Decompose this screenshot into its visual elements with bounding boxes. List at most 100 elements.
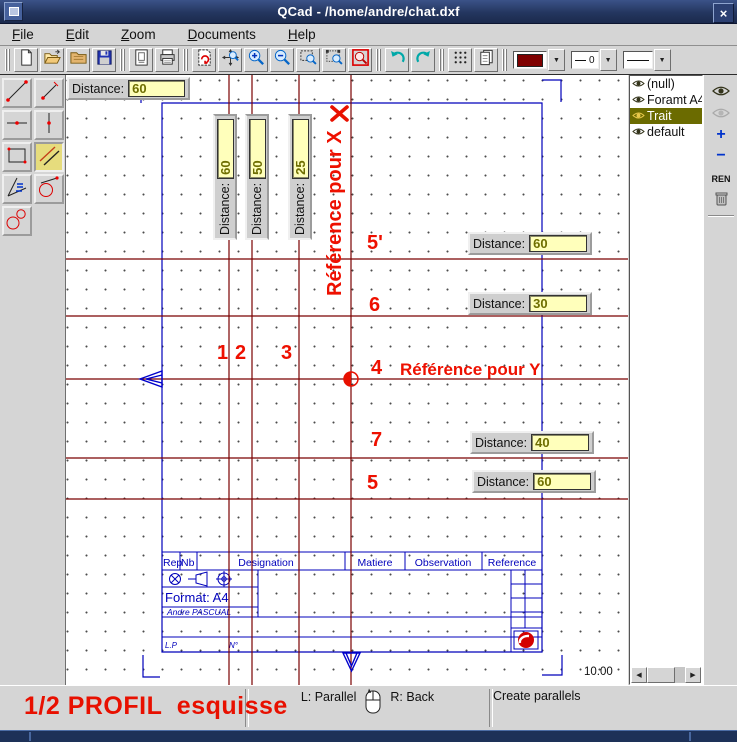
menu-documents[interactable]: Documents	[180, 25, 264, 44]
layer-item-null[interactable]: (null)	[630, 76, 702, 92]
close-button[interactable]: ×	[713, 3, 734, 23]
scrollbar-track[interactable]	[675, 667, 685, 683]
open-folder-button[interactable]	[66, 48, 90, 72]
menu-file[interactable]: File	[4, 25, 42, 44]
zoom-window-icon	[299, 48, 318, 72]
layer-browser-toggle-button[interactable]	[474, 48, 498, 72]
drawing-canvas[interactable]: Rep Nb Designation Matiere Observation R…	[66, 75, 628, 685]
titlebar: QCad - /home/andre/chat.dxf ×	[0, 0, 737, 24]
tool-circle-2-radius[interactable]	[2, 206, 32, 236]
layer-item-format-a4[interactable]: Foramt A4	[630, 92, 702, 108]
tool-rectangle[interactable]	[2, 142, 32, 172]
eye-closed-icon	[712, 106, 730, 124]
redo-button[interactable]	[411, 48, 435, 72]
grid-icon	[451, 48, 470, 72]
menu-edit[interactable]: Edit	[58, 25, 97, 44]
menu-help[interactable]: Help	[280, 25, 324, 44]
tool-line-vertical[interactable]	[34, 110, 64, 140]
zoom-select-button[interactable]	[322, 48, 346, 72]
titleblock-format: Format: A4	[165, 590, 229, 605]
tool-bisector[interactable]	[2, 174, 32, 204]
distance-input[interactable]: 60	[529, 235, 587, 252]
print-preview-icon	[132, 48, 151, 72]
bisector-icon	[4, 174, 30, 205]
stamp-icon	[518, 632, 534, 648]
scroll-left-icon[interactable]: ◀	[631, 667, 647, 683]
toolbar-handle[interactable]	[502, 49, 507, 71]
chevron-down-icon[interactable]: ▼	[600, 49, 617, 71]
statusbar: 1/2 PROFIL esquisse L: Parallel R: Back …	[0, 685, 737, 730]
zoom-out-button[interactable]	[270, 48, 294, 72]
zoom-window-button[interactable]	[296, 48, 320, 72]
menu-zoom[interactable]: Zoom	[113, 25, 164, 44]
remove-layer-button[interactable]: −	[707, 146, 735, 166]
line-width-combo[interactable]: 0 ▼	[571, 49, 617, 71]
distance-option-vertical-3: Distance: 25	[288, 114, 312, 240]
eye-icon[interactable]	[632, 93, 645, 107]
window-bottom-frame[interactable]	[0, 730, 737, 742]
print-button[interactable]	[155, 48, 179, 72]
toolbar-handle[interactable]	[120, 49, 125, 71]
distance-input[interactable]: 60	[217, 119, 234, 179]
layer-item-default[interactable]: default	[630, 124, 702, 140]
projection-symbols-icon	[170, 571, 233, 587]
toolbar-handle[interactable]	[183, 49, 188, 71]
distance-input[interactable]: 50	[249, 119, 266, 179]
add-layer-button[interactable]: +	[707, 125, 735, 145]
distance-input[interactable]: 60	[533, 473, 591, 490]
save-button[interactable]	[92, 48, 116, 72]
distance-input[interactable]: 40	[531, 434, 589, 451]
distance-input[interactable]: 30	[529, 295, 587, 312]
line-style-combo[interactable]: ▼	[623, 49, 671, 71]
reference-x-label: Référence pour X	[324, 100, 350, 296]
zoom-previous-button[interactable]	[348, 48, 372, 72]
toolbar-handle[interactable]	[376, 49, 381, 71]
scrollbar-thumb[interactable]	[647, 667, 675, 683]
new-file-button[interactable]	[14, 48, 38, 72]
eye-icon[interactable]	[632, 109, 645, 123]
toolbar-handle[interactable]	[439, 49, 444, 71]
layer-list-hscrollbar[interactable]: ◀ ▶	[631, 667, 701, 683]
tool-line-2-points[interactable]	[2, 78, 32, 108]
redraw-button[interactable]	[192, 48, 216, 72]
undo-button[interactable]	[385, 48, 409, 72]
chevron-down-icon[interactable]: ▼	[654, 49, 671, 71]
print-icon	[158, 48, 177, 72]
delete-layer-button[interactable]	[707, 191, 735, 211]
circle-tangent-icon	[36, 174, 62, 205]
tool-line-angle[interactable]	[34, 78, 64, 108]
layer-item-trait[interactable]: Trait	[630, 108, 702, 124]
line-label-5: 5	[367, 472, 378, 495]
open-file-button[interactable]	[40, 48, 64, 72]
distance-option-right-4: Distance: 60	[472, 470, 596, 493]
zoom-in-button[interactable]	[244, 48, 268, 72]
grid-toggle-button[interactable]	[448, 48, 472, 72]
distance-input[interactable]: 60	[128, 80, 185, 97]
titleblock-header-nb: Nb	[181, 557, 195, 569]
distance-option-vertical-1: Distance: 60	[213, 114, 237, 240]
eye-icon[interactable]	[632, 125, 645, 139]
color-combo[interactable]: ▼	[513, 49, 565, 71]
resize-notch	[689, 732, 691, 741]
layer-show-all-button[interactable]	[707, 83, 735, 103]
layer-hide-all-button[interactable]	[707, 105, 735, 125]
chevron-down-icon[interactable]: ▼	[548, 49, 565, 71]
tool-parallel[interactable]	[34, 142, 64, 172]
scroll-right-icon[interactable]: ▶	[685, 667, 701, 683]
reference-y-label: Référence pour Y	[400, 360, 540, 380]
distance-input[interactable]: 25	[292, 119, 309, 179]
print-preview-button[interactable]	[129, 48, 153, 72]
eye-icon[interactable]	[632, 77, 645, 91]
distance-label: Distance:	[218, 183, 232, 235]
tool-line-horizontal[interactable]	[2, 110, 32, 140]
divider	[708, 215, 734, 217]
rename-layer-button[interactable]: REN	[707, 169, 735, 189]
zoom-auto-icon	[221, 48, 240, 72]
distance-option-right-2: Distance: 30	[468, 292, 592, 315]
left-mouse-hint: L: Parallel	[301, 690, 357, 720]
tool-circle-tangent[interactable]	[34, 174, 64, 204]
toolbar-handle[interactable]	[5, 49, 10, 71]
zoom-auto-button[interactable]	[218, 48, 242, 72]
zoom-select-icon	[325, 48, 344, 72]
line-angle-icon	[36, 78, 62, 109]
